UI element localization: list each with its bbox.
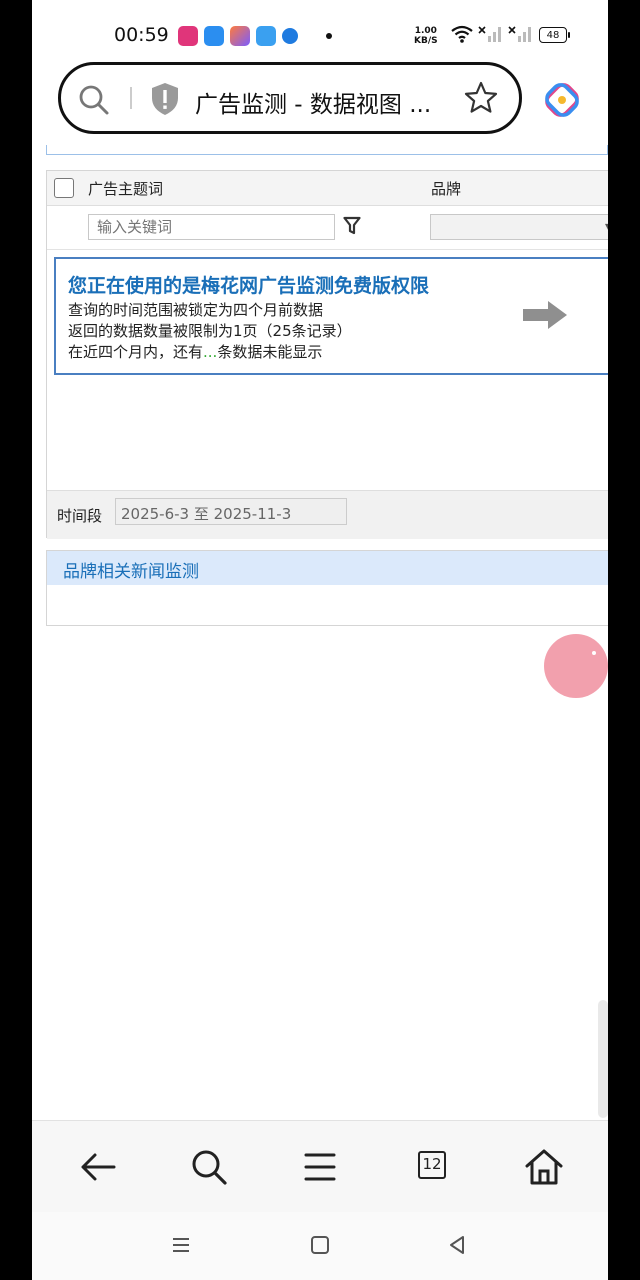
section-bottom-edge: [46, 145, 608, 155]
ad-monitor-panel: 广告主题词 品牌 ▾ 您正在使用的是梅花网广告监测免费版权限 查询的时间范围被锁…: [46, 170, 608, 539]
app-notification-icon: [256, 26, 276, 46]
star-icon[interactable]: [463, 80, 499, 116]
menu-icon[interactable]: [298, 1145, 342, 1189]
brand-news-panel: 品牌相关新闻监测: [46, 550, 608, 626]
hidden-data-suffix: 条数据未能显示: [217, 343, 323, 361]
column-header-brand: 品牌: [431, 180, 462, 198]
free-version-notice[interactable]: 您正在使用的是梅花网广告监测免费版权限 查询的时间范围被锁定为四个月前数据 返回…: [54, 257, 608, 375]
status-time: 00:59: [114, 24, 169, 46]
tabs-icon[interactable]: 12: [414, 1145, 458, 1189]
tabs-count: 12: [418, 1151, 446, 1179]
filter-row-divider: [47, 249, 608, 250]
table-header: 广告主题词 品牌: [47, 171, 608, 206]
select-all-checkbox[interactable]: [54, 178, 74, 198]
back-icon[interactable]: [76, 1145, 120, 1189]
time-range-label: 时间段: [57, 507, 103, 525]
back-button-icon[interactable]: [446, 1234, 468, 1256]
keyword-input[interactable]: [88, 214, 335, 240]
home-icon[interactable]: [522, 1145, 566, 1189]
system-navigation-bar: [32, 1212, 608, 1280]
address-divider: [130, 87, 132, 109]
arrow-right-icon[interactable]: [522, 299, 568, 331]
app-notification-icon: [282, 28, 298, 44]
network-speed-unit: KB/S: [414, 36, 438, 46]
wifi-icon: [451, 25, 473, 43]
extension-icon[interactable]: [544, 82, 580, 118]
column-header-ad-topic: 广告主题词: [88, 180, 164, 198]
cell-signal-icon: [508, 26, 531, 42]
app-notification-icon: [204, 26, 224, 46]
cell-signal-icon: [478, 26, 501, 42]
hidden-count-placeholder: ...: [203, 343, 218, 361]
shield-icon[interactable]: [149, 81, 181, 117]
hidden-data-prefix: 在近四个月内，还有: [68, 343, 204, 361]
page-title[interactable]: 广告监测 - 数据视图 ...: [195, 85, 475, 119]
chevron-down-icon: ▾: [604, 219, 608, 233]
home-button-icon[interactable]: [309, 1234, 331, 1256]
notification-icons: [178, 26, 332, 46]
search-icon[interactable]: [187, 1145, 231, 1189]
brand-news-header[interactable]: 品牌相关新闻监测: [47, 551, 608, 585]
network-speed: 1.00 KB/S: [414, 26, 438, 46]
floating-assistant-button[interactable]: [544, 634, 608, 698]
more-notifications-icon: [326, 33, 332, 39]
notice-line-record-limit: 返回的数据数量被限制为1页（25条记录）: [68, 322, 352, 340]
app-notification-icon: [178, 26, 198, 46]
scrollbar-thumb[interactable]: [598, 1000, 608, 1118]
phone-screen: 00:59 1.00 KB/S 48 广告监测 - 数据视图 ... 广告主题词…: [32, 0, 608, 1280]
filter-icon[interactable]: [343, 216, 361, 236]
notice-title: 您正在使用的是梅花网广告监测免费版权限: [68, 275, 430, 297]
status-bar: 00:59 1.00 KB/S 48: [32, 0, 608, 68]
brand-select[interactable]: ▾: [430, 214, 608, 240]
notice-line-time-range: 查询的时间范围被锁定为四个月前数据: [68, 301, 324, 319]
notice-line-hidden-data: 在近四个月内，还有...条数据未能显示: [68, 341, 322, 362]
time-range-field: 2025-6-3 至 2025-11-3: [115, 498, 347, 525]
address-bar[interactable]: 广告监测 - 数据视图 ...: [58, 62, 522, 134]
recent-apps-icon[interactable]: [170, 1234, 192, 1256]
time-range-row: 时间段 2025-6-3 至 2025-11-3: [47, 490, 608, 539]
browser-toolbar: 12: [32, 1120, 608, 1213]
app-notification-icon: [230, 26, 250, 46]
search-icon[interactable]: [77, 83, 111, 117]
network-speed-value: 1.00: [414, 26, 437, 36]
battery-icon: 48: [539, 27, 570, 43]
brand-news-title: 品牌相关新闻监测: [63, 562, 199, 582]
